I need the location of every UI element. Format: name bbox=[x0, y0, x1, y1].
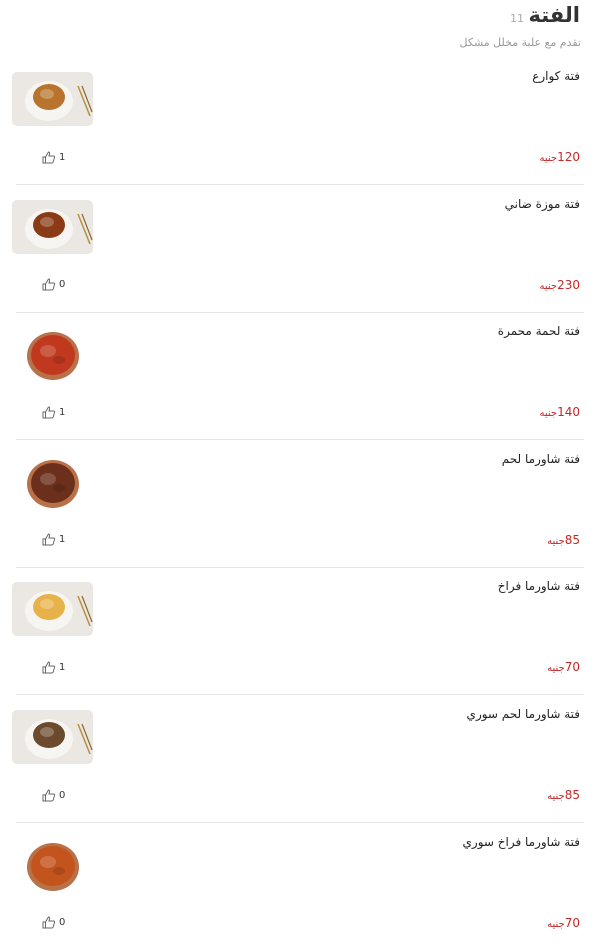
dish-image[interactable] bbox=[12, 837, 93, 892]
like-count: 0 bbox=[59, 279, 66, 291]
price-value: 120 bbox=[557, 150, 580, 164]
price-currency: جنيه bbox=[539, 280, 558, 292]
dish-image[interactable] bbox=[12, 72, 93, 126]
dish-name: فتة شاورما فراخ bbox=[497, 579, 580, 594]
dish-image[interactable] bbox=[12, 199, 93, 254]
dish-name: فتة لحمة محمرة bbox=[497, 324, 580, 339]
thumbs-up-icon bbox=[42, 916, 56, 929]
dish-price: 140جنيه bbox=[540, 405, 580, 419]
menu-item[interactable]: فتة موزة ضاني 230جنيه 0 bbox=[12, 186, 584, 313]
like-button[interactable]: 0 bbox=[42, 788, 65, 802]
like-count: 1 bbox=[59, 661, 66, 673]
menu-item[interactable]: فتة لحمة محمرة 140جنيه 1 bbox=[12, 313, 584, 441]
thumbs-up-icon bbox=[42, 533, 56, 546]
like-count: 0 bbox=[59, 917, 66, 929]
dish-name: فتة شاورما لحم bbox=[501, 451, 580, 466]
category-item-count: 11 bbox=[510, 12, 524, 25]
price-currency: جنيه bbox=[547, 663, 565, 675]
price-value: 230 bbox=[557, 277, 580, 292]
dish-name: فتة شاورما لحم سوري bbox=[466, 707, 580, 721]
thumbs-up-icon bbox=[42, 278, 56, 291]
dish-image[interactable] bbox=[12, 454, 93, 509]
dish-price: 70جنيه bbox=[547, 916, 580, 930]
dish-price: 120جنيه bbox=[540, 150, 580, 164]
like-button[interactable]: 1 bbox=[42, 150, 65, 164]
price-currency: جنيه bbox=[547, 535, 565, 547]
dish-image[interactable] bbox=[12, 327, 93, 382]
thumbs-up-icon bbox=[42, 406, 56, 419]
dish-name: فتة موزة ضاني bbox=[504, 196, 580, 211]
thumbs-up-icon bbox=[42, 788, 56, 802]
dish-name: فتة شاورما فراخ سوري bbox=[462, 834, 581, 849]
menu-item[interactable]: فتة شاورما لحم 85جنيه 1 bbox=[12, 441, 584, 568]
dish-price: 70جنيه bbox=[547, 660, 580, 674]
thumbs-up-icon bbox=[42, 661, 56, 674]
price-value: 70 bbox=[564, 660, 580, 675]
like-button[interactable]: 1 bbox=[42, 660, 65, 674]
menu-item[interactable]: فتة كوارع 120جنيه 1 bbox=[12, 58, 584, 185]
dish-price: 230جنيه bbox=[540, 278, 580, 292]
dish-image[interactable] bbox=[12, 710, 93, 764]
dish-price: 85جنيه bbox=[547, 788, 580, 802]
price-currency: جنيه bbox=[547, 791, 565, 802]
category-header: الفتة 11 تقدم مع علبة مخلل مشكل bbox=[0, 0, 593, 60]
price-value: 70 bbox=[564, 915, 580, 930]
category-title: الفتة bbox=[528, 3, 580, 27]
dish-name: فتة كوارع bbox=[532, 69, 580, 83]
dish-price: 85جنيه bbox=[547, 533, 580, 547]
like-button[interactable]: 0 bbox=[42, 916, 65, 930]
price-currency: جنيه bbox=[539, 408, 558, 420]
like-button[interactable]: 0 bbox=[42, 278, 65, 292]
thumbs-up-icon bbox=[42, 150, 56, 164]
menu-item[interactable]: فتة شاورما فراخ سوري 70جنيه 0 bbox=[12, 824, 584, 951]
like-count: 1 bbox=[59, 406, 66, 418]
price-value: 85 bbox=[564, 532, 580, 547]
like-count: 0 bbox=[59, 789, 66, 801]
dish-image[interactable] bbox=[12, 582, 93, 637]
like-count: 1 bbox=[59, 534, 66, 546]
menu-item[interactable]: فتة شاورما فراخ 70جنيه 1 bbox=[12, 568, 584, 696]
price-currency: جنيه bbox=[547, 918, 565, 930]
category-subtitle: تقدم مع علبة مخلل مشكل bbox=[459, 36, 581, 49]
menu-item[interactable]: فتة شاورما لحم سوري 85جنيه 0 bbox=[12, 696, 584, 823]
like-button[interactable]: 1 bbox=[42, 405, 65, 419]
price-value: 85 bbox=[564, 788, 580, 802]
price-value: 140 bbox=[557, 405, 580, 420]
price-currency: جنيه bbox=[539, 153, 558, 164]
like-count: 1 bbox=[59, 151, 66, 163]
like-button[interactable]: 1 bbox=[42, 533, 65, 547]
